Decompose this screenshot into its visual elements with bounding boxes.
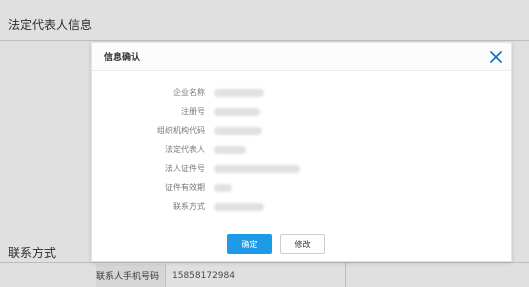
field-row-registration-no: 注册号 <box>92 102 511 121</box>
field-row-company-name: 企业名称 <box>92 83 511 102</box>
confirm-button[interactable]: 确定 <box>227 234 272 254</box>
field-row-legal-rep: 法定代表人 <box>92 140 511 159</box>
field-row-id-validity: 证件有效期 <box>92 178 511 197</box>
field-value-redacted <box>214 107 260 116</box>
close-button[interactable] <box>487 48 505 66</box>
modify-button[interactable]: 修改 <box>280 234 325 254</box>
field-label: 法定代表人 <box>165 145 205 154</box>
dialog-body: 企业名称 注册号 组织机构代码 法定代表人 法人证件号 证件有效期 联系方式 <box>92 83 511 216</box>
dialog-actions: 确定 修改 <box>227 234 325 254</box>
field-label: 组织机构代码 <box>157 126 205 135</box>
field-row-contact: 联系方式 <box>92 197 511 216</box>
field-value-redacted <box>214 145 246 154</box>
close-icon <box>490 51 502 63</box>
field-value-redacted <box>214 126 262 135</box>
dialog-header: 信息确认 <box>92 43 511 71</box>
field-label: 企业名称 <box>173 88 205 97</box>
field-label: 法人证件号 <box>165 164 205 173</box>
field-label: 联系方式 <box>173 202 205 211</box>
field-row-id-number: 法人证件号 <box>92 159 511 178</box>
field-value-redacted <box>214 88 264 97</box>
field-value-redacted <box>214 202 264 211</box>
dialog-title: 信息确认 <box>104 53 141 63</box>
field-value-redacted <box>214 183 232 192</box>
field-value-redacted <box>214 164 300 173</box>
field-label: 证件有效期 <box>165 183 205 192</box>
field-row-org-code: 组织机构代码 <box>92 121 511 140</box>
field-label: 注册号 <box>181 107 205 116</box>
info-confirm-dialog: 信息确认 企业名称 注册号 组织机构代码 法定代表人 法人证件号 证件有效期 联… <box>91 42 512 262</box>
